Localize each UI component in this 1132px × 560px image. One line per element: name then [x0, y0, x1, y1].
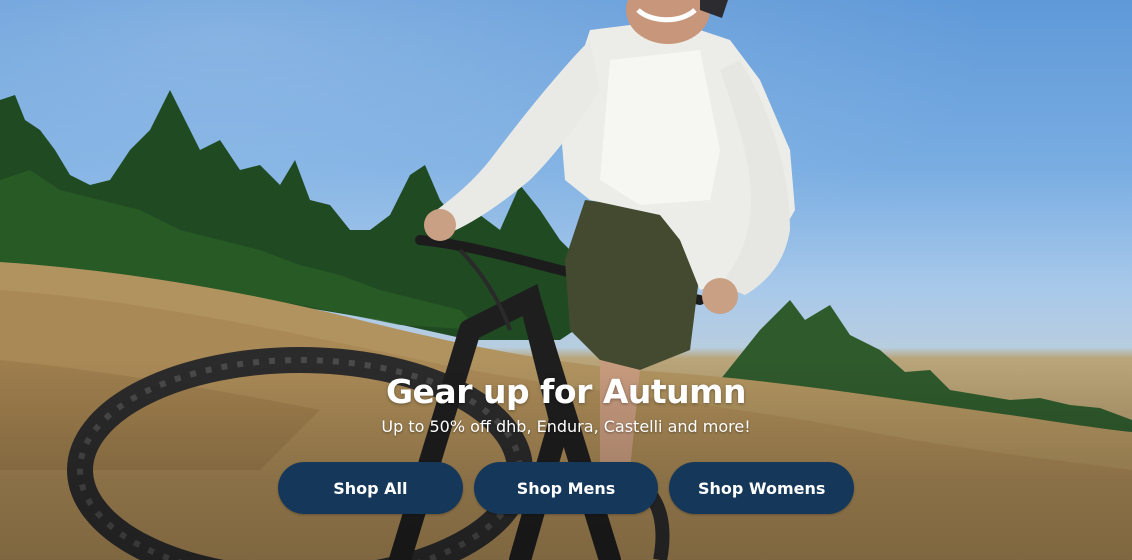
shop-mens-button[interactable]: Shop Mens [473, 462, 659, 514]
hero-subheadline: Up to 50% off dhb, Endura, Castelli and … [381, 417, 751, 436]
shop-all-button[interactable]: Shop All [278, 462, 463, 514]
hero-banner: Gear up for Autumn Up to 50% off dhb, En… [0, 0, 1132, 560]
shop-womens-button[interactable]: Shop Womens [669, 462, 855, 514]
hero-copy: Gear up for Autumn Up to 50% off dhb, En… [0, 372, 1132, 436]
cta-button-group: Shop All Shop Mens Shop Womens [278, 462, 855, 514]
hero-headline: Gear up for Autumn [385, 372, 747, 411]
